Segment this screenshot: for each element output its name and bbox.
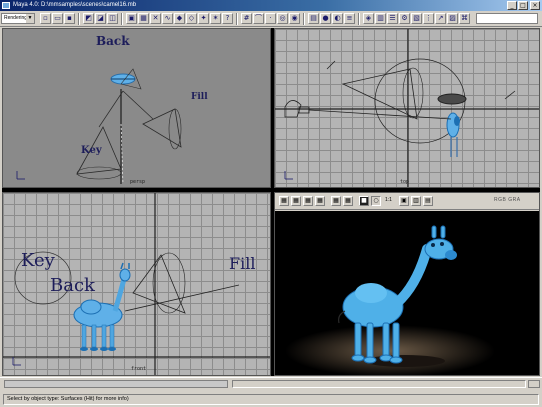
layer-icon[interactable]: ▨ xyxy=(447,13,458,24)
menu-set-selector[interactable]: Rendering ▼ xyxy=(1,13,35,24)
fill-light-label: Fill xyxy=(191,92,208,102)
status-line: Rendering ▼ ▫ ▭ ▪ ◩ ◪ ◫ ▣ ▦ ✕ ∿ ◆ ◇ ✦ ✶ … xyxy=(0,11,542,27)
top-key-cone xyxy=(341,68,418,120)
window-title: Maya 4.0: D:\mmsamples\scenes\camel16.mb xyxy=(13,2,137,8)
hypershade-icon[interactable]: ◈ xyxy=(363,13,374,24)
select-hierarchy-icon[interactable]: ◩ xyxy=(83,13,94,24)
camel-leg xyxy=(382,322,390,358)
make-live-icon[interactable]: ◉ xyxy=(289,13,300,24)
perspective-scene xyxy=(16,68,182,185)
camel-leg xyxy=(366,322,374,360)
minimize-button[interactable]: _ xyxy=(507,1,517,10)
perspective-viewport[interactable]: Back Fill Key persp xyxy=(2,28,271,188)
toolbar-divider xyxy=(78,13,80,25)
help-line: Select by object type: Surfaces (Hit) fo… xyxy=(0,391,542,407)
new-scene-icon[interactable]: ▫ xyxy=(40,13,51,24)
toolbar-divider xyxy=(236,13,238,25)
time-slider[interactable] xyxy=(0,377,542,389)
range-slider-end[interactable] xyxy=(528,380,540,388)
render-view-toolbar: ▦ ▦ ▦ ▦ ▦ ▦ ■ ○ 1:1 ▣ ▥ ▤ RGB GRA xyxy=(275,193,539,210)
select-curves-icon[interactable]: ∿ xyxy=(162,13,173,24)
select-deformers-icon[interactable]: ◇ xyxy=(186,13,197,24)
display-alpha-icon[interactable]: ○ xyxy=(371,196,381,206)
snap-point-icon[interactable]: · xyxy=(265,13,276,24)
time-slider-track[interactable] xyxy=(4,380,228,388)
camel-leg xyxy=(392,322,400,360)
rendered-camel-scene xyxy=(285,225,495,375)
help-line-text: Select by object type: Surfaces (Hit) fo… xyxy=(3,394,539,405)
select-surfaces-icon[interactable]: ◆ xyxy=(174,13,185,24)
open-scene-icon[interactable]: ▭ xyxy=(52,13,63,24)
back-light-label: Back xyxy=(96,34,130,48)
script-editor-icon[interactable]: ⌘ xyxy=(459,13,470,24)
snap-view-icon[interactable]: ◎ xyxy=(277,13,288,24)
construction-history-icon[interactable]: ▤ xyxy=(308,13,319,24)
close-button[interactable]: × xyxy=(530,1,540,10)
render-region-icon[interactable]: ▦ xyxy=(315,196,325,206)
camel-leg xyxy=(354,322,362,358)
tear-off-icon[interactable]: ▤ xyxy=(423,196,433,206)
ipr-render-icon[interactable]: ◐ xyxy=(332,13,343,24)
top-camera-label: top xyxy=(400,179,410,185)
lock-icon[interactable]: ▣ xyxy=(126,13,137,24)
select-object-icon[interactable]: ◪ xyxy=(95,13,106,24)
rendered-image xyxy=(275,211,539,375)
range-slider[interactable] xyxy=(232,380,526,388)
title-bar: Maya 4.0: D:\mmsamples\scenes\camel16.mb… xyxy=(0,0,542,11)
render-globals-icon[interactable]: ≡ xyxy=(344,13,355,24)
front-fill-label: Fill xyxy=(229,254,256,273)
channel-box-icon[interactable]: ▧ xyxy=(411,13,422,24)
front-key-label: Key xyxy=(21,250,55,271)
graph-editor-icon[interactable]: ↗ xyxy=(435,13,446,24)
front-back-label: Back xyxy=(50,275,95,296)
snap-curve-icon[interactable]: ⌒ xyxy=(253,13,264,24)
front-scene xyxy=(3,193,270,375)
select-all-icon[interactable]: ▦ xyxy=(138,13,149,24)
display-rgb-icon[interactable]: ■ xyxy=(359,196,369,206)
persp-camera-label: persp xyxy=(130,179,146,185)
key-light-label: Key xyxy=(81,145,102,156)
toolbar-divider xyxy=(121,13,123,25)
render-view-panel: ▦ ▦ ▦ ▦ ▦ ▦ ■ ○ 1:1 ▣ ▥ ▤ RGB GRA xyxy=(274,192,540,376)
select-joints-icon[interactable]: ✕ xyxy=(150,13,161,24)
toolbar-divider xyxy=(303,13,305,25)
render-icon[interactable]: ● xyxy=(320,13,331,24)
save-scene-icon[interactable]: ▪ xyxy=(64,13,75,24)
tool-settings-icon[interactable]: ⚙ xyxy=(399,13,410,24)
remove-image-icon[interactable]: ▣ xyxy=(399,196,409,206)
maya-window: Maya 4.0: D:\mmsamples\scenes\camel16.mb… xyxy=(0,0,542,407)
redo-render-icon[interactable]: ▦ xyxy=(279,196,289,206)
outliner-icon[interactable]: ⋮ xyxy=(423,13,434,24)
ipr-icon[interactable]: ▦ xyxy=(291,196,301,206)
camel-neck xyxy=(392,244,432,308)
menu-set-value: Rendering xyxy=(4,15,28,21)
front-fill-cone xyxy=(132,254,186,314)
toolbar-divider xyxy=(358,13,360,25)
select-dynamics-icon[interactable]: ✦ xyxy=(198,13,209,24)
zoom-ratio[interactable]: 1:1 xyxy=(385,197,392,203)
render-view-icon[interactable]: ▥ xyxy=(375,13,386,24)
maximize-button[interactable]: □ xyxy=(518,1,528,10)
select-rendering-icon[interactable]: ✶ xyxy=(210,13,221,24)
refresh-icon[interactable]: ▦ xyxy=(303,196,313,206)
select-misc-icon[interactable]: ? xyxy=(222,13,233,24)
viewport-panes: Back Fill Key persp top Key Back Fill fr… xyxy=(2,28,540,376)
keep-image-icon[interactable]: ▦ xyxy=(343,196,353,206)
spotlight-ground xyxy=(285,325,495,375)
chevron-down-icon: ▼ xyxy=(26,14,34,23)
select-component-icon[interactable]: ◫ xyxy=(107,13,118,24)
front-camera-label: front xyxy=(131,366,147,372)
front-viewport[interactable]: Key Back Fill front xyxy=(2,192,271,376)
top-scene xyxy=(275,29,539,187)
channel-readout: RGB GRA xyxy=(494,197,521,203)
snapshot-icon[interactable]: ▦ xyxy=(331,196,341,206)
keep-all-icon[interactable]: ▥ xyxy=(411,196,421,206)
snap-grid-icon[interactable]: # xyxy=(241,13,252,24)
maya-app-icon xyxy=(2,2,10,9)
quick-field-input[interactable] xyxy=(476,13,538,24)
top-viewport[interactable]: top xyxy=(274,28,540,188)
attribute-editor-icon[interactable]: ☰ xyxy=(387,13,398,24)
